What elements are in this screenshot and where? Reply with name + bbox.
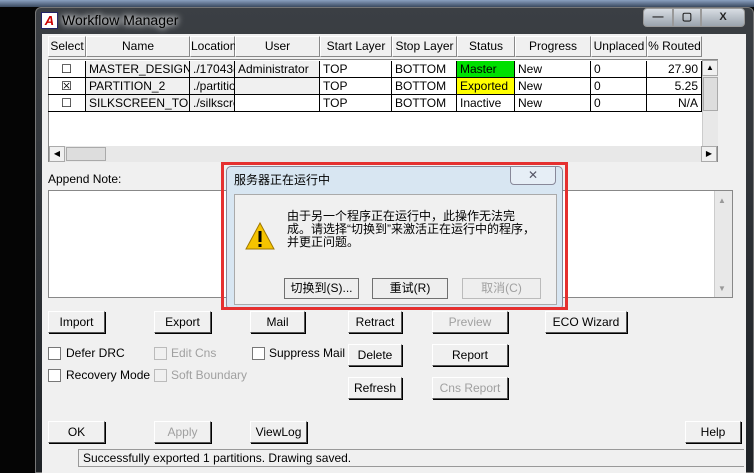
note-scroll-down-icon[interactable]: ▼ xyxy=(718,284,726,293)
row-select-checkbox[interactable]: ☐ xyxy=(48,95,86,112)
cns-report-button[interactable]: Cns Report xyxy=(432,377,508,399)
background-toolbar xyxy=(0,0,754,7)
table-cell-routed: 5.25 xyxy=(647,78,702,95)
table-cell-status: Master xyxy=(457,61,515,78)
export-button[interactable]: Export xyxy=(154,311,211,333)
delete-button[interactable]: Delete xyxy=(348,344,402,366)
soft-boundary-label: Soft Boundary xyxy=(171,368,248,382)
table-cell-progress: New xyxy=(515,78,591,95)
column-header-location[interactable]: Location xyxy=(190,36,236,57)
row-select-checkbox[interactable]: ☒ xyxy=(48,78,86,95)
recovery-mode-label: Recovery Mode xyxy=(66,368,151,382)
window-title: Workflow Manager xyxy=(62,12,179,28)
defer-drc-checkbox[interactable] xyxy=(48,347,61,360)
row-select-checkbox[interactable]: ☐ xyxy=(48,61,86,78)
table-cell-stop: BOTTOM xyxy=(392,78,457,95)
table-cell-user xyxy=(235,95,320,112)
column-header-routed[interactable]: % Routed xyxy=(647,36,702,57)
maximize-button[interactable]: ▢ xyxy=(673,8,701,27)
refresh-button[interactable]: Refresh xyxy=(348,377,402,399)
help-button[interactable]: Help xyxy=(685,421,741,443)
column-header-user[interactable]: User xyxy=(235,36,320,57)
table-cell-status: Inactive xyxy=(457,95,515,112)
mail-button[interactable]: Mail xyxy=(250,311,305,333)
table-cell-start: TOP xyxy=(320,78,392,95)
table-cell-user xyxy=(235,78,320,95)
append-note-label: Append Note: xyxy=(48,172,122,186)
recovery-mode-checkbox[interactable] xyxy=(48,369,61,382)
report-button[interactable]: Report xyxy=(432,344,508,366)
table-cell-user: Administrator xyxy=(235,61,320,78)
table-cell-name: SILKSCREEN_TOP_ xyxy=(86,95,190,112)
h-scroll-thumb[interactable] xyxy=(66,147,106,161)
table-cell-unplaced: 0 xyxy=(591,78,647,95)
column-header-progress[interactable]: Progress xyxy=(515,36,591,57)
highlight-box xyxy=(221,162,568,310)
viewlog-button[interactable]: ViewLog xyxy=(250,421,307,443)
soft-boundary-checkbox[interactable] xyxy=(154,369,167,382)
edit-cns-checkbox[interactable] xyxy=(154,347,167,360)
scroll-up-icon[interactable]: ▲ xyxy=(702,60,718,76)
table-cell-unplaced: 0 xyxy=(591,61,647,78)
scroll-left-icon[interactable]: ◀ xyxy=(49,146,65,162)
table-cell-location: ./partitio xyxy=(190,78,235,95)
table-cell-routed: 27.90 xyxy=(647,61,702,78)
scroll-right-icon[interactable]: ▶ xyxy=(701,146,717,162)
column-header-name[interactable]: Name xyxy=(86,36,190,57)
table-cell-stop: BOTTOM xyxy=(392,61,457,78)
edit-cns-label: Edit Cns xyxy=(171,346,217,360)
apply-button[interactable]: Apply xyxy=(154,421,211,443)
preview-button[interactable]: Preview xyxy=(432,311,508,333)
table-cell-status: Exported xyxy=(457,78,515,95)
table-cell-location: ./silkscre xyxy=(190,95,235,112)
table-cell-progress: New xyxy=(515,61,591,78)
status-bar: Successfully exported 1 partitions. Draw… xyxy=(78,449,744,467)
table-cell-location: ./17043( xyxy=(190,61,235,78)
eco-wizard-button[interactable]: ECO Wizard xyxy=(545,311,627,333)
defer-drc-label: Defer DRC xyxy=(66,346,125,360)
table-cell-unplaced: 0 xyxy=(591,95,647,112)
table-cell-name: MASTER_DESIGN xyxy=(86,61,190,78)
table-cell-progress: New xyxy=(515,95,591,112)
column-header-unplaced[interactable]: Unplaced xyxy=(591,36,647,57)
table-horizontal-scrollbar[interactable] xyxy=(49,146,717,162)
scroll-thumb[interactable] xyxy=(703,77,718,111)
table-cell-routed: N/A xyxy=(647,95,702,112)
column-header-select[interactable]: Select xyxy=(48,36,86,57)
table-cell-start: TOP xyxy=(320,61,392,78)
table-cell-stop: BOTTOM xyxy=(392,95,457,112)
table-cell-start: TOP xyxy=(320,95,392,112)
column-header-start[interactable]: Start Layer xyxy=(320,36,392,57)
column-header-stop[interactable]: Stop Layer xyxy=(392,36,457,57)
minimize-button[interactable]: — xyxy=(643,8,673,27)
suppress-mail-checkbox[interactable] xyxy=(252,347,265,360)
note-scrollbar[interactable] xyxy=(714,191,732,297)
import-button[interactable]: Import xyxy=(48,311,105,333)
retract-button[interactable]: Retract xyxy=(348,311,402,333)
table-cell-name: PARTITION_2 xyxy=(86,78,190,95)
close-button[interactable]: X xyxy=(701,8,745,27)
suppress-mail-label: Suppress Mail xyxy=(269,346,346,360)
app-icon: A xyxy=(41,12,58,29)
column-header-status[interactable]: Status xyxy=(457,36,515,57)
note-scroll-up-icon[interactable]: ▲ xyxy=(718,196,726,205)
ok-button[interactable]: OK xyxy=(48,421,105,443)
